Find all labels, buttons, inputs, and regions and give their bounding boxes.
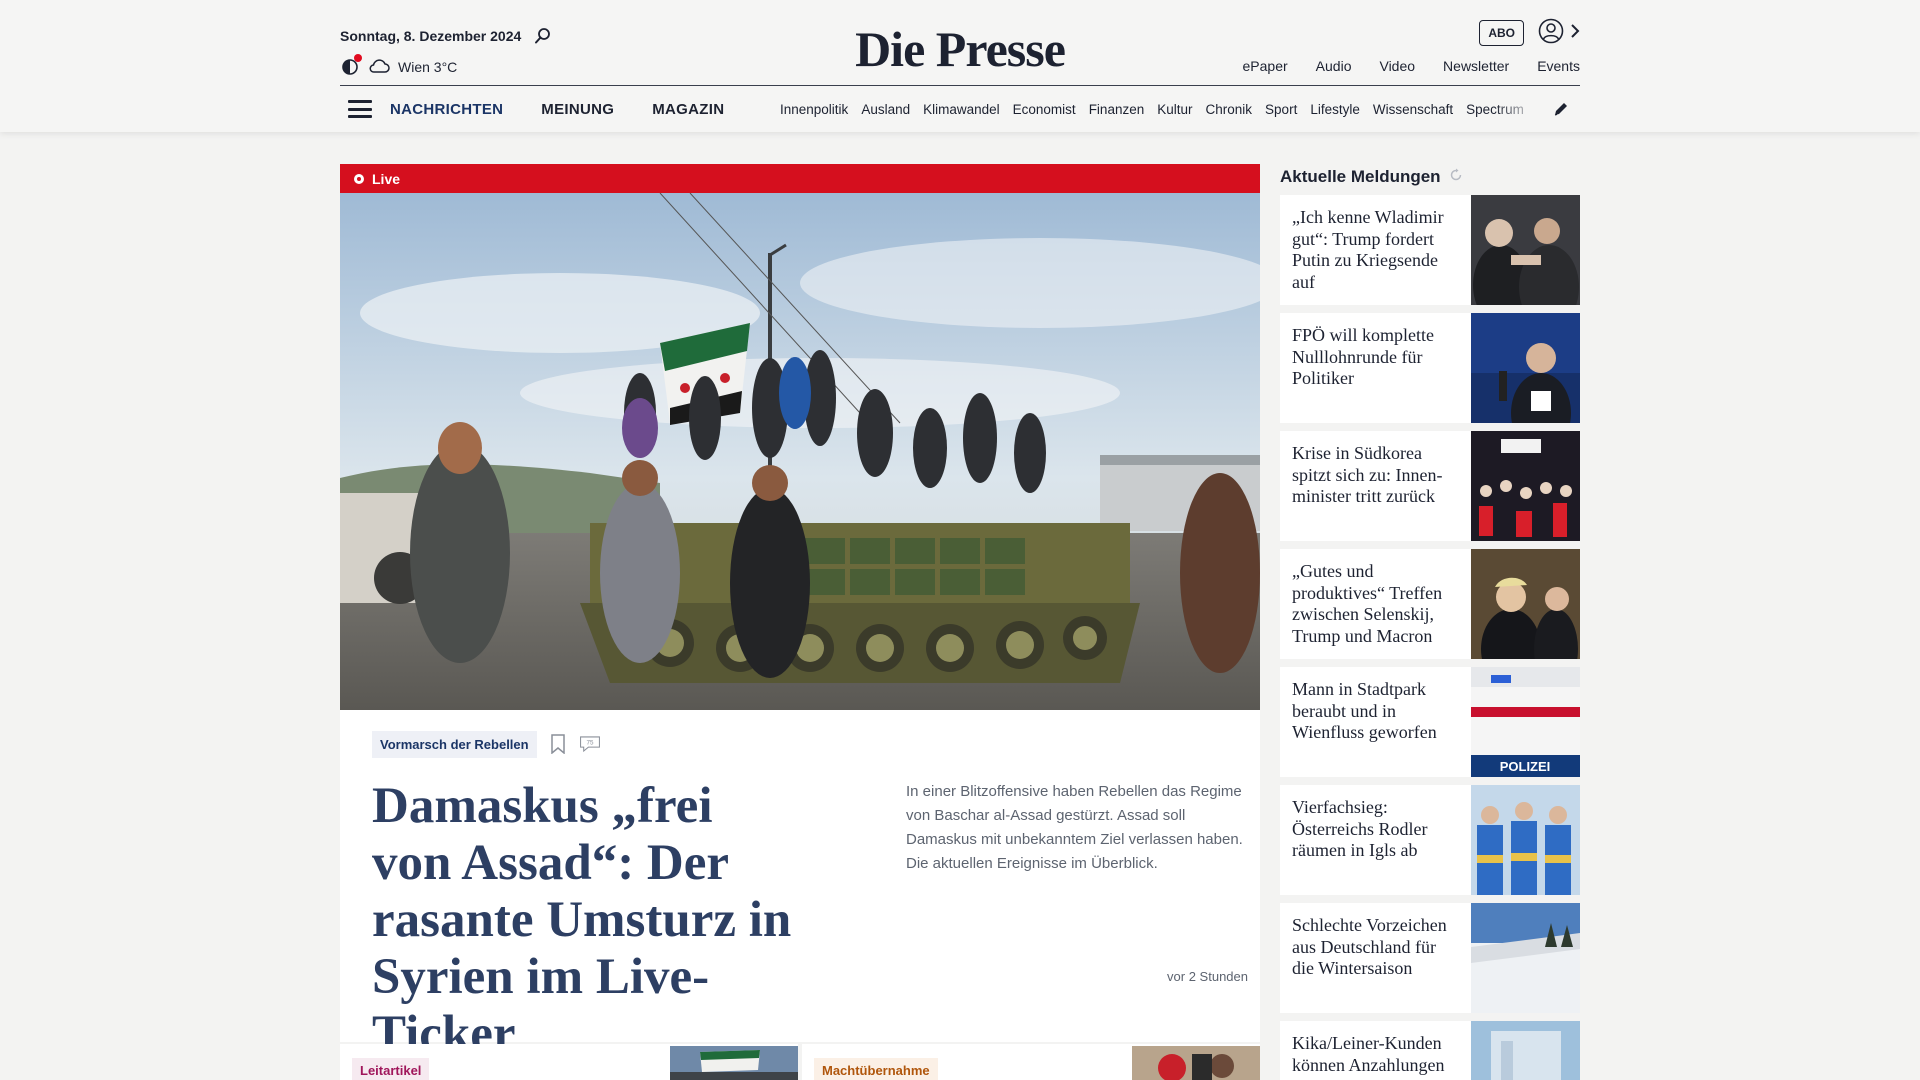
current-date: Sonntag, 8. Dezember 2024 <box>340 28 522 44</box>
lead-image[interactable] <box>340 193 1260 710</box>
news-title: „Gutes und produktives“ Treffen zwischen… <box>1292 561 1443 646</box>
nav-economist[interactable]: Economist <box>1013 102 1076 117</box>
cloud-icon <box>368 58 390 77</box>
menu-icon[interactable] <box>344 97 376 121</box>
notification-dot <box>354 54 362 62</box>
top-links: ePaper Audio Video Newsletter Events <box>1243 58 1580 74</box>
latest-news-sidebar: Aktuelle Meldungen „Ich kenne Wladimir g… <box>1280 164 1580 1080</box>
news-title: Mann in Stadtpark beraubt und in Wienflu… <box>1292 679 1437 742</box>
nav-innenpolitik[interactable]: Innenpolitik <box>780 102 848 117</box>
comment-icon[interactable]: 75 <box>579 732 601 756</box>
news-thumbnail <box>1471 1021 1580 1080</box>
header-actions: ABO <box>1479 18 1580 48</box>
news-item[interactable]: Vierfachsieg: Österreichs Rodler räumen … <box>1280 785 1580 895</box>
link-video[interactable]: Video <box>1379 58 1415 74</box>
card-image-1 <box>670 1046 798 1080</box>
news-title: Krise in Südkorea spitzt sich zu: Innen­… <box>1292 443 1443 506</box>
lead-teaser: In einer Blitzoffensive haben Rebellen d… <box>906 783 1243 872</box>
site-header: Sonntag, 8. Dezember 2024 Wien 3°C Die P… <box>0 0 1920 132</box>
nav-nachrichten[interactable]: NACHRICHTEN <box>390 101 503 118</box>
news-thumbnail <box>1471 903 1580 1013</box>
weather-text[interactable]: Wien 3°C <box>398 59 457 75</box>
news-item[interactable]: „Gutes und produktives“ Treffen zwischen… <box>1280 549 1580 659</box>
sidebar-title: Aktuelle Meldungen <box>1280 167 1441 186</box>
nav-finanzen[interactable]: Finanzen <box>1089 102 1145 117</box>
bookmark-icon[interactable] <box>547 732 569 756</box>
main-navigation: NACHRICHTEN MEINUNG MAGAZIN Innenpolitik… <box>340 86 1580 132</box>
card-tag-machtuebernahme[interactable]: Machtübernahme <box>814 1058 938 1080</box>
news-item[interactable]: Mann in Stadtpark beraubt und in Wienflu… <box>1280 667 1580 777</box>
story-card-1[interactable]: Leitartikel <box>340 1044 798 1080</box>
news-title: FPÖ will komplette Nulllohnrunde für Pol… <box>1292 325 1435 388</box>
sidebar-header: Aktuelle Meldungen <box>1280 164 1580 190</box>
date-line: Sonntag, 8. Dezember 2024 <box>340 26 553 46</box>
news-item[interactable]: FPÖ will komplette Nulllohnrunde für Pol… <box>1280 313 1580 423</box>
nav-lifestyle[interactable]: Lifestyle <box>1310 102 1360 117</box>
account-button[interactable] <box>1538 18 1580 49</box>
live-banner[interactable]: Live <box>340 164 1260 193</box>
nav-meinung[interactable]: MEINUNG <box>541 101 614 118</box>
dark-mode-toggle-icon[interactable] <box>340 54 362 77</box>
live-label: Live <box>372 170 401 187</box>
lead-article: Live Vormarsch der Rebellen 75 Damaskus … <box>340 164 1260 1062</box>
link-events[interactable]: Events <box>1537 58 1580 74</box>
news-title: „Ich kenne Wladimir gut“: Trump fordert … <box>1292 207 1444 292</box>
nav-ausland[interactable]: Ausland <box>861 102 910 117</box>
svg-text:POLIZEI: POLIZEI <box>1500 759 1551 774</box>
refresh-icon[interactable] <box>1449 167 1463 187</box>
pencil-icon[interactable] <box>1550 98 1572 120</box>
search-icon[interactable] <box>533 26 553 46</box>
primary-nav: NACHRICHTEN MEINUNG MAGAZIN <box>390 101 724 118</box>
news-item[interactable]: Schlechte Vorzeichen aus Deutschland für… <box>1280 903 1580 1013</box>
link-epaper[interactable]: ePaper <box>1243 58 1288 74</box>
lead-headline[interactable]: Damaskus „frei von Assad“: Der rasante U… <box>372 778 802 1063</box>
news-title: Vierfachsieg: Österreichs Rodler räumen … <box>1292 797 1428 860</box>
lead-meta: Vormarsch der Rebellen 75 <box>372 730 601 758</box>
nav-sport[interactable]: Sport <box>1265 102 1297 117</box>
news-thumbnail <box>1471 549 1580 659</box>
topic-tag[interactable]: Vormarsch der Rebellen <box>372 730 537 758</box>
news-item[interactable]: Krise in Südkorea spitzt sich zu: Innen­… <box>1280 431 1580 541</box>
nav-kultur[interactable]: Kultur <box>1157 102 1192 117</box>
comment-count: 75 <box>586 739 593 746</box>
nav-wissenschaft[interactable]: Wissenschaft <box>1373 102 1453 117</box>
live-dot-icon <box>354 173 364 184</box>
news-thumbnail <box>1471 313 1580 423</box>
story-card-2[interactable]: Machtübernahme <box>802 1044 1260 1080</box>
news-item[interactable]: Kika/Leiner-Kunden können Anzahlungen <box>1280 1021 1580 1080</box>
user-icon <box>1538 18 1564 49</box>
news-thumbnail <box>1471 195 1580 305</box>
nav-spectrum[interactable]: Spectrum <box>1466 102 1524 117</box>
nav-chronik[interactable]: Chronik <box>1206 102 1253 117</box>
news-title: Schlechte Vorzeichen aus Deutschland für… <box>1292 915 1447 978</box>
header-inner: Sonntag, 8. Dezember 2024 Wien 3°C Die P… <box>340 0 1580 132</box>
lead-timestamp: vor 2 Stunden <box>1167 969 1248 984</box>
chevron-right-icon <box>1570 23 1580 44</box>
link-newsletter[interactable]: Newsletter <box>1443 58 1509 74</box>
section-nav: Innenpolitik Ausland Klimawandel Economi… <box>780 102 1540 117</box>
card-image-2 <box>1132 1046 1260 1080</box>
nav-magazin[interactable]: MAGAZIN <box>652 101 724 118</box>
abo-button[interactable]: ABO <box>1479 20 1524 46</box>
card-tag-leitartikel[interactable]: Leitartikel <box>352 1058 430 1080</box>
news-thumbnail <box>1471 785 1580 895</box>
news-thumbnail: POLIZEI <box>1471 667 1580 777</box>
news-thumbnail <box>1471 431 1580 541</box>
tank-crowd-photo <box>340 193 1260 710</box>
news-item[interactable]: „Ich kenne Wladimir gut“: Trump fordert … <box>1280 195 1580 305</box>
link-audio[interactable]: Audio <box>1316 58 1352 74</box>
news-title: Kika/Leiner-Kunden können Anzahlungen <box>1292 1033 1445 1075</box>
site-logo[interactable]: Die Presse <box>840 20 1080 78</box>
nav-klimawandel[interactable]: Klimawandel <box>923 102 1000 117</box>
weather-line: Wien 3°C <box>340 54 457 78</box>
